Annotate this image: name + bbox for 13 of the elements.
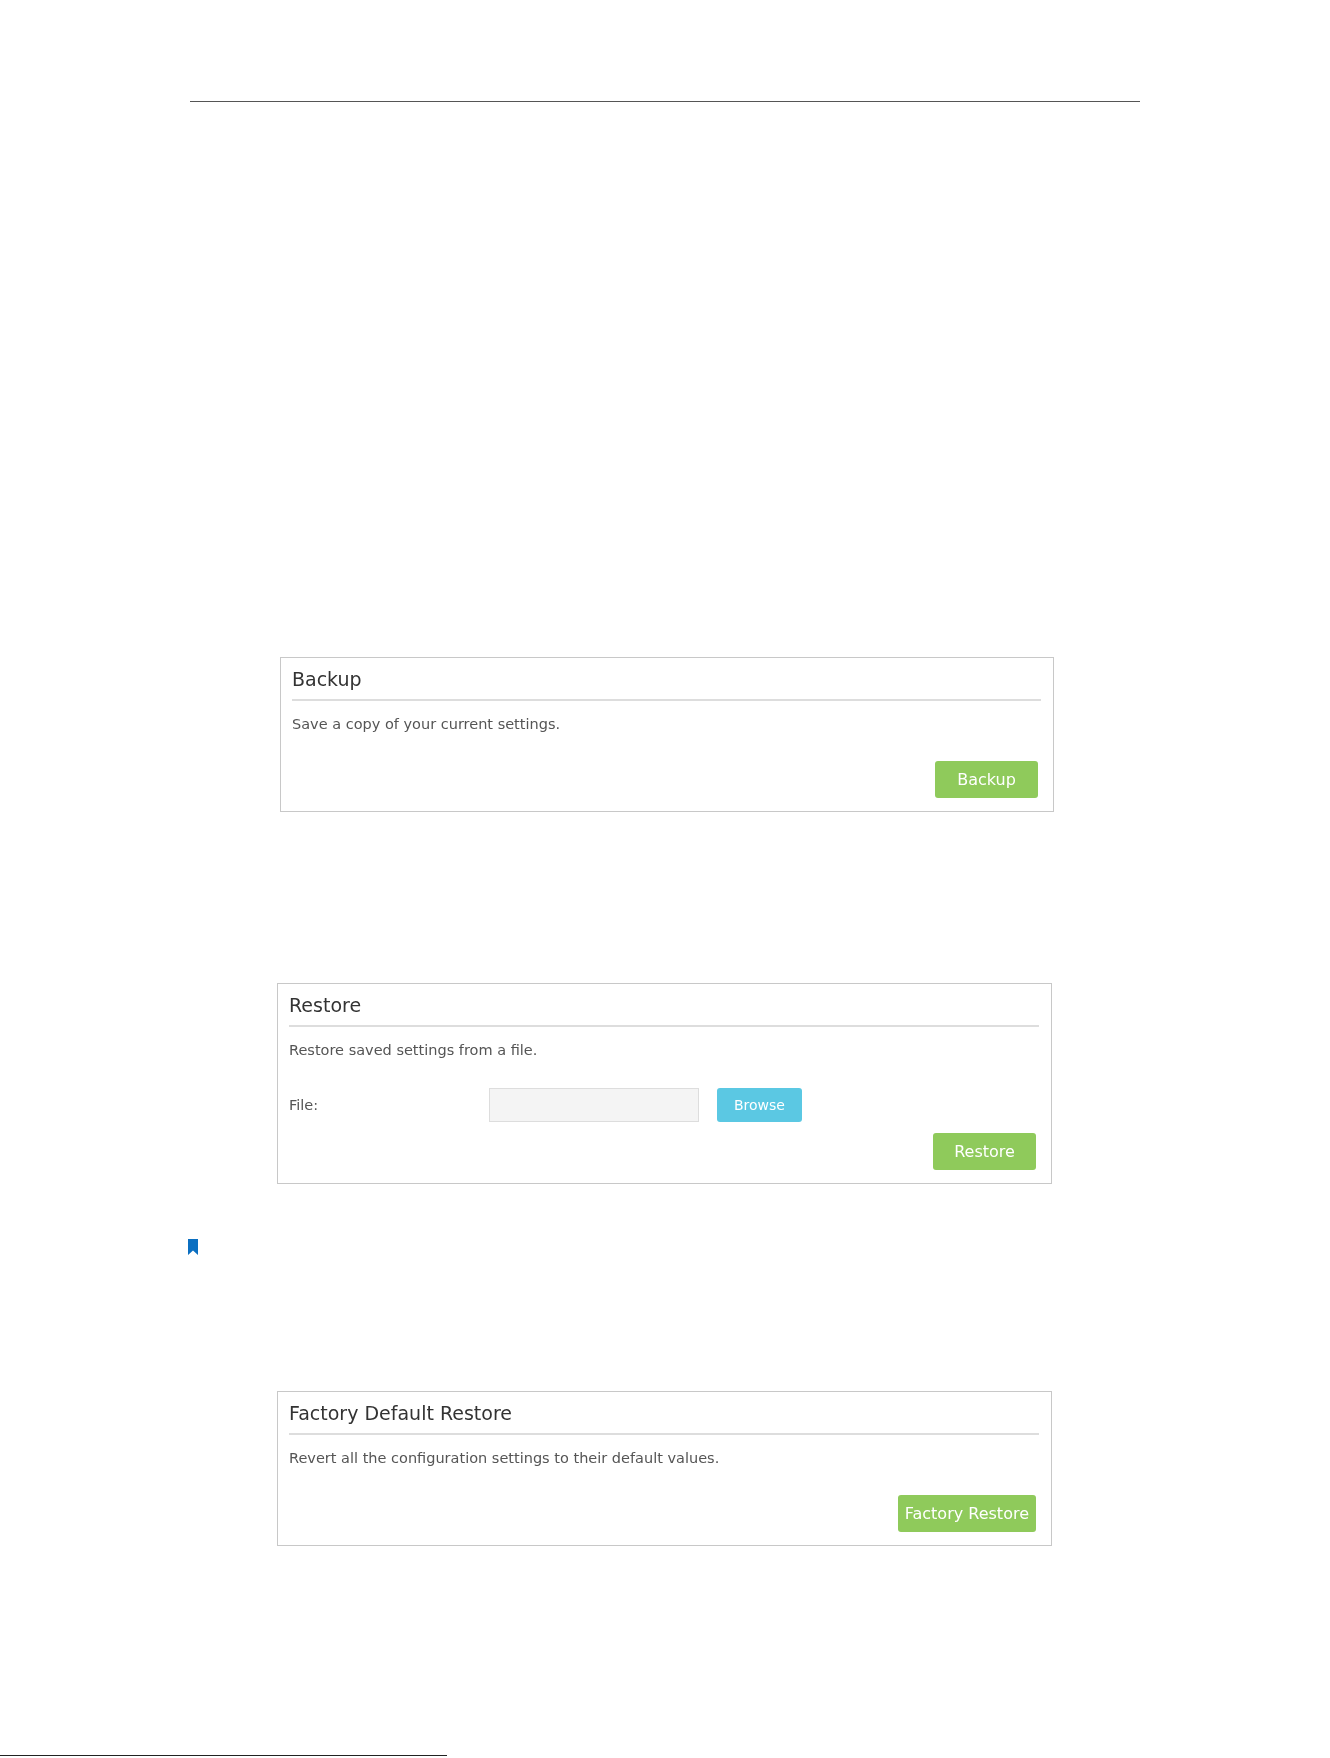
browse-button[interactable]: Browse: [717, 1088, 802, 1122]
action-button[interactable]: Restore: [933, 1133, 1036, 1170]
panel-title: Restore: [289, 993, 363, 1017]
bookmark-icon: [188, 1239, 198, 1255]
action-button[interactable]: Factory Restore: [897, 1495, 1036, 1532]
action-button[interactable]: Backup: [935, 761, 1038, 798]
panel-title: Factory Default Restore: [289, 1401, 513, 1425]
file-input-field[interactable]: [489, 1088, 699, 1122]
file-label: File:: [289, 1096, 320, 1115]
panel-description: Revert all the configuration settings to their default values.: [289, 1449, 721, 1468]
panel-description: Save a copy of your current settings.: [292, 715, 562, 734]
panel-description: Restore saved settings from a file.: [289, 1041, 539, 1060]
panel-title: Backup: [292, 667, 363, 691]
